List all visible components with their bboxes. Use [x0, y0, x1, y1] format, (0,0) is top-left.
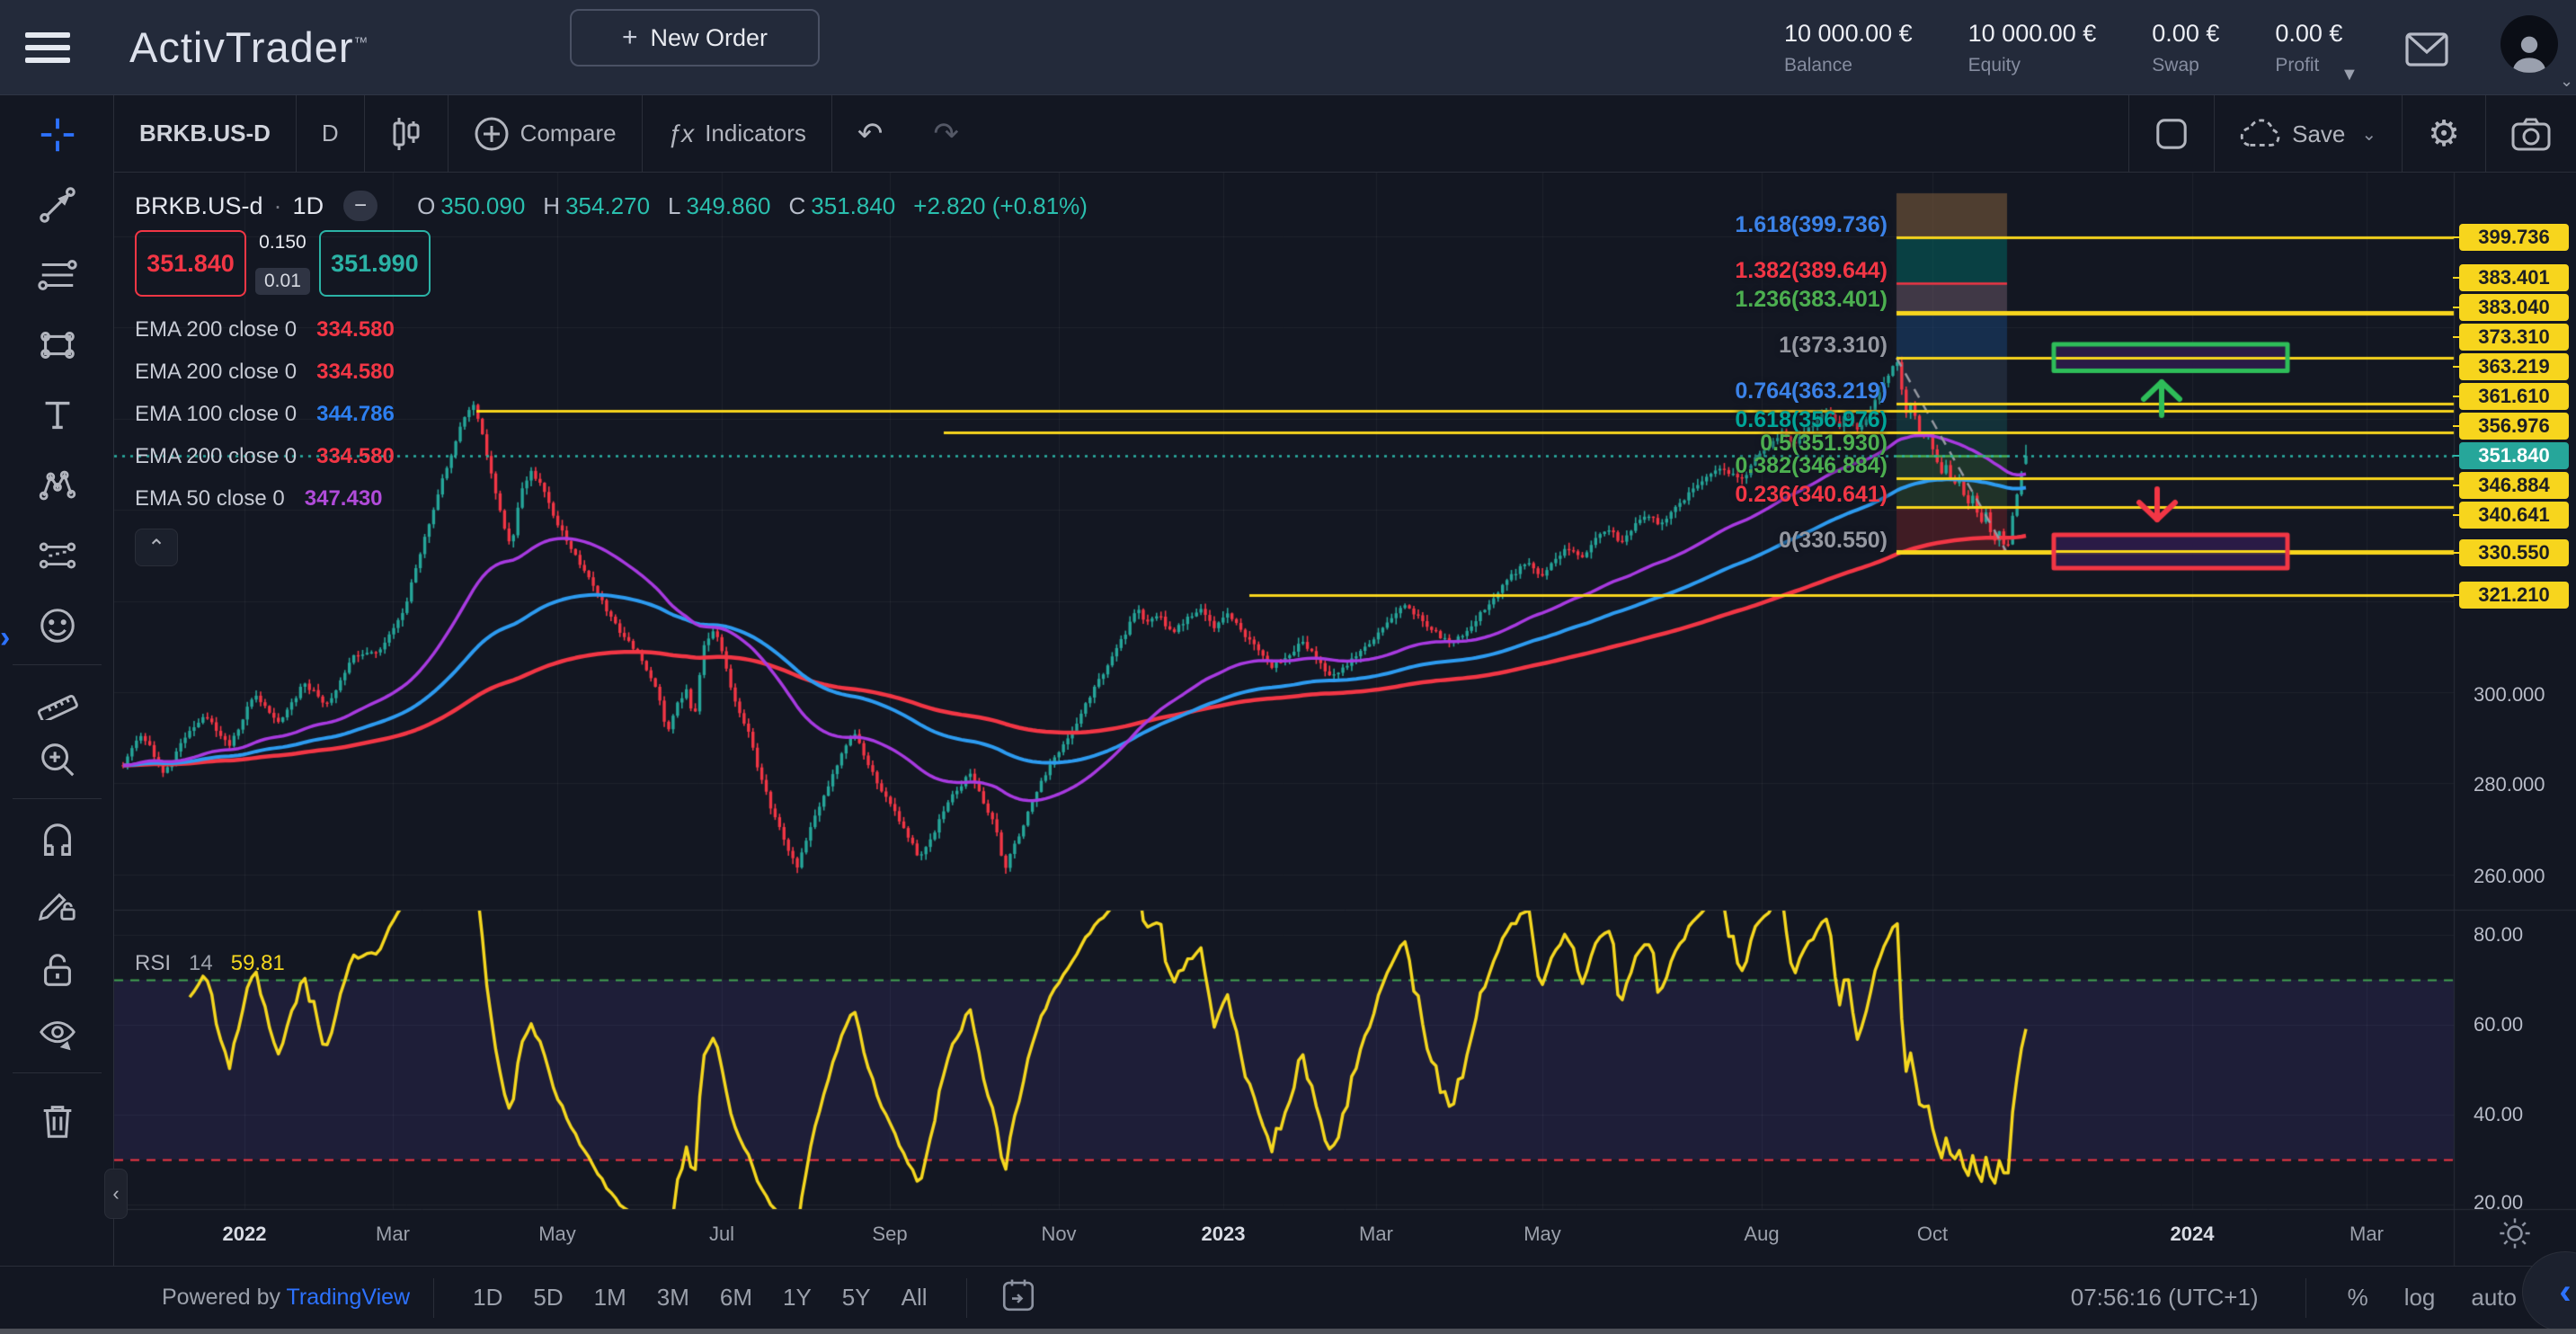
range-button-3m[interactable]: 3M — [642, 1278, 705, 1317]
indicator-row[interactable]: EMA 50 close 0347.430 — [135, 485, 383, 512]
pip-size-value: 0.01 — [255, 268, 310, 295]
watchlist-expand-chevron[interactable]: › — [0, 620, 10, 655]
range-button-all[interactable]: All — [886, 1278, 943, 1317]
indicator-row[interactable]: EMA 200 close 0334.580 — [135, 359, 395, 386]
go-to-date-icon[interactable] — [999, 1276, 1037, 1319]
fib-level-label: 0.764(363.219) — [1735, 378, 1888, 404]
time-tick-label: Sep — [872, 1223, 907, 1246]
price-level-label: 346.884 — [2459, 472, 2569, 499]
time-tick-label: May — [1523, 1223, 1561, 1246]
price-level-label: 356.976 — [2459, 413, 2569, 440]
axis-settings-icon[interactable] — [2497, 1215, 2533, 1256]
time-tick-label: Aug — [1744, 1223, 1779, 1246]
time-tick-label: Jul — [709, 1223, 734, 1246]
range-button-5d[interactable]: 5D — [518, 1278, 578, 1317]
time-tick-label: 2022 — [223, 1223, 267, 1246]
rsi-tick-label: 80.00 — [2474, 923, 2523, 947]
legend-separator: · — [274, 192, 282, 220]
range-button-6m[interactable]: 6M — [705, 1278, 768, 1317]
price-level-label: 340.641 — [2459, 502, 2569, 529]
horizontal-scrollbar[interactable] — [0, 1329, 2576, 1334]
buy-button[interactable]: 351.990 — [319, 230, 431, 297]
chart-legend: BRKB.US-d · 1D − O350.090H354.270L349.86… — [135, 191, 1088, 221]
time-tick-label: Mar — [376, 1223, 410, 1246]
log-scale-button[interactable]: log — [2404, 1284, 2436, 1312]
session-clock[interactable]: 07:56:16 (UTC+1) — [2071, 1284, 2259, 1312]
percent-scale-button[interactable]: % — [2348, 1284, 2368, 1312]
time-tick-label: Oct — [1917, 1223, 1948, 1246]
price-level-label: 363.219 — [2459, 353, 2569, 380]
time-tick-label: Mar — [2349, 1223, 2384, 1246]
rsi-tick-label: 20.00 — [2474, 1191, 2523, 1214]
range-button-1y[interactable]: 1Y — [768, 1278, 827, 1317]
price-level-label: 383.401 — [2459, 264, 2569, 291]
sell-button[interactable]: 351.840 — [135, 230, 246, 297]
fib-level-label: 1.236(383.401) — [1735, 287, 1888, 312]
price-level-label: 399.736 — [2459, 224, 2569, 251]
sidebar-collapse-button[interactable]: ‹ — [104, 1169, 128, 1219]
fib-level-label: 0.236(340.641) — [1735, 482, 1888, 507]
price-level-label: 383.040 — [2459, 294, 2569, 321]
price-tick-label: 260.000 — [2474, 865, 2545, 888]
fib-level-label: 1(373.310) — [1779, 333, 1888, 358]
rsi-legend: RSI 14 59.81 — [135, 951, 285, 976]
price-level-label: 373.310 — [2459, 324, 2569, 351]
ohlc-values: O350.090H354.270L349.860C351.840+2.820 (… — [404, 192, 1088, 220]
spread-value: 0.150 — [259, 232, 306, 253]
price-level-label: 321.210 — [2459, 582, 2569, 609]
time-tick-label: Nov — [1041, 1223, 1076, 1246]
legend-interval: 1D — [293, 192, 324, 220]
activtrader-app: ActivTrader™ + New Order 10 000.00 €Bala… — [0, 0, 2576, 1334]
bid-ask-widget: 351.840 0.150 0.01 351.990 — [135, 230, 431, 297]
fib-level-label: 0.618(356.976) — [1735, 407, 1888, 432]
fib-level-label: 1.618(399.736) — [1735, 212, 1888, 237]
bottom-bar: Powered by TradingView 1D5D1M3M6M1Y5YAll… — [0, 1266, 2576, 1329]
time-tick-label: 2024 — [2171, 1223, 2215, 1246]
rsi-tick-label: 60.00 — [2474, 1013, 2523, 1036]
time-tick-label: 2023 — [1202, 1223, 1246, 1246]
indicator-row[interactable]: EMA 200 close 0334.580 — [135, 443, 395, 470]
fib-level-label: 1.382(389.644) — [1735, 258, 1888, 283]
rsi-tick-label: 40.00 — [2474, 1103, 2523, 1126]
time-tick-label: Mar — [1359, 1223, 1393, 1246]
range-button-1d[interactable]: 1D — [457, 1278, 518, 1317]
fib-level-label: 0.382(346.884) — [1735, 453, 1888, 478]
legend-symbol[interactable]: BRKB.US-d — [135, 192, 263, 220]
price-level-label: 330.550 — [2459, 539, 2569, 566]
date-range-buttons: 1D5D1M3M6M1Y5YAll — [457, 1278, 942, 1317]
powered-by: Powered by TradingView — [162, 1285, 410, 1311]
fib-level-label: 0(330.550) — [1779, 528, 1888, 553]
price-tick-label: 280.000 — [2474, 773, 2545, 796]
current-price-label: 351.840 — [2459, 442, 2569, 469]
fib-level-label: 0.5(351.930) — [1760, 431, 1888, 456]
auto-scale-button[interactable]: auto — [2471, 1284, 2517, 1312]
change-value: +2.820 (+0.81%) — [913, 192, 1088, 220]
tradingview-link[interactable]: TradingView — [287, 1285, 411, 1310]
legend-collapse-circle-button[interactable]: − — [343, 191, 378, 221]
price-tick-label: 300.000 — [2474, 683, 2545, 707]
rsi-value: 59.81 — [231, 951, 285, 976]
time-tick-label: May — [538, 1223, 576, 1246]
legend-collapse-button[interactable]: ⌃ — [135, 529, 178, 566]
indicator-row[interactable]: EMA 100 close 0344.786 — [135, 401, 395, 428]
price-level-label: 361.610 — [2459, 383, 2569, 410]
range-button-5y[interactable]: 5Y — [827, 1278, 886, 1317]
range-button-1m[interactable]: 1M — [579, 1278, 642, 1317]
indicator-row[interactable]: EMA 200 close 0334.580 — [135, 316, 395, 343]
